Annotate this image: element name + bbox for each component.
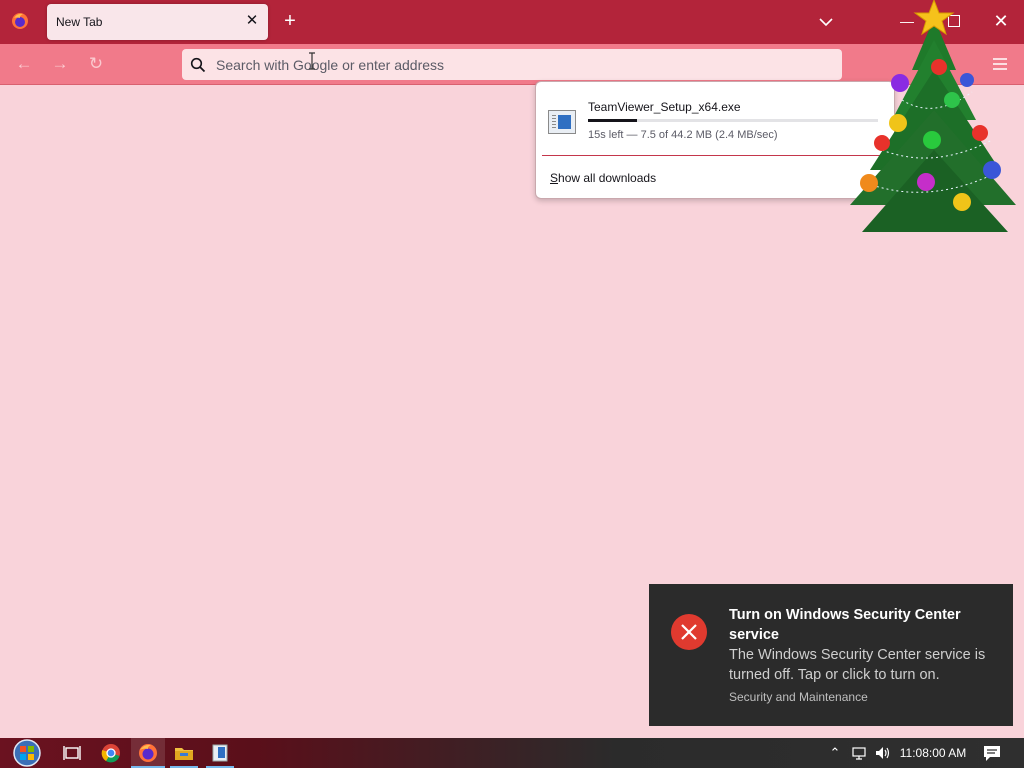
tab-close-icon[interactable]: ✕ bbox=[244, 13, 260, 29]
forward-button[interactable]: → bbox=[50, 54, 70, 74]
action-center-notifications-icon[interactable] bbox=[982, 743, 1002, 763]
taskbar-clock[interactable]: 11:08:00 AM bbox=[896, 746, 970, 760]
toast-body: The Windows Security Center service is t… bbox=[729, 647, 986, 683]
chrome-icon[interactable] bbox=[100, 742, 122, 764]
security-notification-toast[interactable]: Turn on Windows Security Center service … bbox=[649, 584, 1013, 726]
toast-title: Turn on Windows Security Center service bbox=[729, 607, 961, 643]
network-icon[interactable] bbox=[850, 744, 868, 762]
show-all-label: how all downloads bbox=[558, 171, 657, 185]
download-item[interactable]: TeamViewer_Setup_x64.exe 15s left — 7.5 … bbox=[544, 88, 884, 150]
download-status: 15s left — 7.5 of 44.2 MB (2.4 MB/sec) bbox=[588, 129, 778, 141]
download-filename: TeamViewer_Setup_x64.exe bbox=[588, 100, 741, 114]
installer-file-icon bbox=[548, 110, 576, 134]
show-all-access-key: S bbox=[550, 171, 559, 185]
toast-source: Security and Maintenance bbox=[729, 690, 868, 704]
new-tab-button[interactable]: + bbox=[280, 11, 300, 31]
address-bar[interactable] bbox=[182, 49, 842, 80]
show-hidden-icons-chevron-icon[interactable]: ⌃ bbox=[826, 744, 844, 762]
firefox-icon[interactable] bbox=[11, 12, 29, 30]
search-icon bbox=[190, 57, 206, 73]
installer-app-icon[interactable] bbox=[209, 742, 231, 764]
downloads-separator bbox=[542, 155, 890, 156]
taskbar: ⌃ 11:08:00 AM bbox=[0, 738, 1024, 768]
christmas-tree-decoration bbox=[850, 0, 1016, 232]
start-button-windows-logo-icon[interactable] bbox=[8, 738, 46, 768]
downloads-panel: TeamViewer_Setup_x64.exe 15s left — 7.5 … bbox=[535, 81, 895, 199]
list-all-tabs-chevron-icon[interactable] bbox=[816, 12, 836, 32]
show-all-downloads-button[interactable]: Show all downloads bbox=[550, 171, 656, 185]
back-button[interactable]: ← bbox=[14, 54, 34, 74]
search-input[interactable] bbox=[216, 49, 816, 80]
volume-icon[interactable] bbox=[874, 744, 892, 762]
download-progress-bar bbox=[588, 119, 878, 122]
reload-button[interactable]: ↻ bbox=[86, 54, 106, 74]
task-view-icon[interactable] bbox=[61, 742, 83, 764]
tab-new-tab[interactable]: New Tab ✕ bbox=[47, 4, 268, 40]
text-cursor-icon bbox=[309, 52, 315, 70]
download-progress-fill bbox=[588, 119, 638, 122]
firefox-taskbar-icon[interactable] bbox=[137, 742, 159, 764]
tab-title: New Tab bbox=[56, 15, 103, 29]
error-x-icon bbox=[671, 614, 707, 650]
file-explorer-icon[interactable] bbox=[173, 742, 195, 764]
